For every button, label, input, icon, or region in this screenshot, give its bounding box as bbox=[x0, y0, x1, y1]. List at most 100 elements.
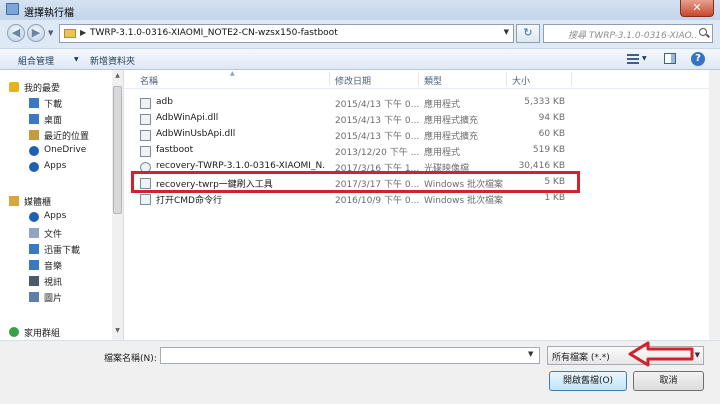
nav-item-recent-places[interactable]: 最近的位置 bbox=[0, 127, 112, 143]
annotation-highlight-box bbox=[131, 171, 580, 193]
download-icon bbox=[29, 98, 39, 108]
breadcrumb-current-folder[interactable]: TWRP-3.1.0-0316-XIAOMI_NOTE2-CN-wzsx150-… bbox=[90, 28, 338, 38]
address-bar[interactable]: ▶ TWRP-3.1.0-0316-XIAOMI_NOTE2-CN-wzsx15… bbox=[59, 24, 514, 43]
file-date: 2016/10/9 下午 0... bbox=[335, 196, 419, 206]
file-row-fastboot[interactable]: fastboot 2013/12/20 下午 ... 應用程式 519 KB bbox=[124, 143, 574, 159]
title-bar[interactable]: 選擇執行檔 ✕ bbox=[0, 0, 720, 20]
file-name: AdbWinUsbApi.dll bbox=[156, 129, 236, 139]
scroll-down-icon[interactable]: ▼ bbox=[112, 327, 123, 337]
file-name: 打开CMD命令行 bbox=[156, 196, 222, 206]
organize-button[interactable]: 組合管理 bbox=[18, 54, 54, 67]
desktop-icon bbox=[29, 114, 39, 124]
nav-item-label: 媒體櫃 bbox=[24, 198, 52, 208]
app-icon bbox=[6, 3, 19, 15]
homegroup-icon bbox=[9, 327, 19, 337]
nav-item-label: 迅雷下載 bbox=[44, 246, 81, 256]
column-header-date[interactable]: 修改日期 bbox=[335, 74, 371, 87]
column-header-name[interactable]: 名稱 bbox=[140, 74, 158, 87]
file-size: 5,333 KB bbox=[524, 97, 565, 107]
column-divider[interactable] bbox=[329, 72, 330, 86]
nav-item-label: Apps bbox=[44, 211, 67, 221]
music-icon bbox=[29, 260, 39, 270]
file-open-dialog: 選擇執行檔 ✕ ◀ ▶ ▼ ▶ TWRP-3.1.0-0316-XIAOMI_N… bbox=[0, 0, 720, 404]
file-row-adb[interactable]: adb 2015/4/13 下午 0... 應用程式 5,333 KB bbox=[124, 95, 574, 111]
file-type: 應用程式 bbox=[424, 148, 461, 158]
sort-ascending-icon: ▲ bbox=[230, 70, 235, 77]
open-button[interactable]: 開啟舊檔(O) bbox=[549, 371, 627, 391]
column-divider[interactable] bbox=[571, 72, 572, 86]
nav-item-label: 最近的位置 bbox=[44, 132, 90, 142]
navigation-scrollbar[interactable]: ▲ ▼ bbox=[112, 70, 123, 340]
new-folder-button[interactable]: 新增資料夾 bbox=[90, 54, 135, 67]
file-size: 1 KB bbox=[544, 193, 565, 203]
forward-button[interactable]: ▶ bbox=[27, 24, 45, 42]
nav-item-label: 文件 bbox=[44, 230, 63, 240]
address-dropdown-icon[interactable]: ▼ bbox=[504, 28, 509, 36]
file-name: adb bbox=[156, 97, 173, 107]
nav-item-download[interactable]: 下載 bbox=[0, 95, 112, 111]
file-name: recovery-TWRP-3.1.0-0316-XIAOMI_N... bbox=[156, 161, 326, 171]
file-row-adbwinapi[interactable]: AdbWinApi.dll 2015/4/13 下午 0... 應用程式擴充 9… bbox=[124, 111, 574, 127]
file-size: 94 KB bbox=[538, 113, 565, 123]
column-divider[interactable] bbox=[418, 72, 419, 86]
view-options-icon[interactable] bbox=[627, 54, 639, 64]
nav-item-label: 圖片 bbox=[44, 294, 63, 304]
exe-icon bbox=[140, 146, 151, 157]
file-list-scrollbar[interactable] bbox=[709, 70, 720, 340]
navigation-pane: 我的最愛 下載 桌面 最近的位置 OneDrive Apps 媒體櫃 Apps … bbox=[0, 70, 124, 340]
column-header-type[interactable]: 類型 bbox=[424, 74, 442, 87]
cancel-button[interactable]: 取消 bbox=[633, 371, 704, 391]
video-icon bbox=[29, 276, 39, 286]
close-button[interactable]: ✕ bbox=[680, 0, 714, 17]
library-icon bbox=[9, 196, 19, 206]
search-icon[interactable] bbox=[699, 28, 707, 36]
column-divider[interactable] bbox=[506, 72, 507, 86]
search-placeholder: 搜尋 TWRP-3.1.0-0316-XIAO... bbox=[568, 31, 696, 41]
file-date: 2015/4/13 下午 0... bbox=[335, 116, 419, 126]
preview-pane-icon[interactable] bbox=[664, 53, 676, 64]
column-header-size[interactable]: 大小 bbox=[512, 74, 530, 87]
refresh-button[interactable]: ↻ bbox=[516, 24, 540, 43]
nav-item-label: 下載 bbox=[44, 100, 63, 110]
dll-icon bbox=[140, 114, 151, 125]
file-type-filter-value: 所有檔案 (*.*) bbox=[552, 353, 610, 363]
file-list: ▲ 名稱 修改日期 類型 大小 adb 2015/4/13 下午 0... 應用… bbox=[124, 70, 709, 340]
help-icon[interactable]: ? bbox=[691, 52, 705, 66]
pictures-icon bbox=[29, 292, 39, 302]
nav-item-desktop[interactable]: 桌面 bbox=[0, 111, 112, 127]
nav-item-label: Apps bbox=[44, 161, 67, 171]
file-type: Windows 批次檔案 bbox=[424, 196, 504, 206]
nav-item-pictures[interactable]: 圖片 bbox=[0, 289, 112, 305]
nav-item-documents[interactable]: 文件 bbox=[0, 225, 112, 241]
column-headers: ▲ 名稱 修改日期 類型 大小 bbox=[124, 70, 709, 89]
file-row-adbwinusbapi[interactable]: AdbWinUsbApi.dll 2015/4/13 下午 0... 應用程式擴… bbox=[124, 127, 574, 143]
file-type: 應用程式擴充 bbox=[424, 132, 479, 142]
file-row-open-cmd[interactable]: 打开CMD命令行 2016/10/9 下午 0... Windows 批次檔案 … bbox=[124, 191, 574, 207]
nav-item-onedrive[interactable]: OneDrive bbox=[0, 143, 112, 159]
scroll-up-icon[interactable]: ▲ bbox=[112, 72, 123, 82]
documents-icon bbox=[29, 228, 39, 238]
recent-locations-dropdown-icon[interactable]: ▼ bbox=[48, 29, 53, 37]
nav-item-video[interactable]: 視訊 bbox=[0, 273, 112, 289]
nav-item-apps[interactable]: Apps bbox=[0, 159, 112, 175]
filename-dropdown-icon[interactable]: ▼ bbox=[528, 350, 533, 358]
scrollbar-thumb[interactable] bbox=[113, 86, 122, 214]
back-button[interactable]: ◀ bbox=[7, 24, 25, 42]
chevron-down-icon[interactable]: ▼ bbox=[642, 55, 647, 62]
nav-homegroup-header[interactable]: 家用群組 bbox=[0, 324, 112, 340]
recent-places-icon bbox=[29, 130, 39, 140]
nav-item-label: OneDrive bbox=[44, 145, 87, 155]
breadcrumb-chevron-icon[interactable]: ▶ bbox=[80, 28, 86, 37]
search-input[interactable]: 搜尋 TWRP-3.1.0-0316-XIAO... bbox=[543, 24, 713, 43]
chevron-down-icon[interactable]: ▼ bbox=[74, 56, 79, 63]
command-toolbar: 組合管理 ▼ 新增資料夾 ▼ ? bbox=[0, 48, 720, 70]
nav-item-library-apps[interactable]: Apps bbox=[0, 209, 112, 225]
nav-favorites-header[interactable]: 我的最愛 bbox=[0, 79, 112, 95]
nav-item-thunder-download[interactable]: 迅雷下載 bbox=[0, 241, 112, 257]
nav-libraries-header[interactable]: 媒體櫃 bbox=[0, 193, 112, 209]
apps-icon bbox=[29, 162, 39, 172]
filename-input[interactable] bbox=[160, 347, 540, 364]
batch-file-icon bbox=[140, 194, 151, 205]
onedrive-icon bbox=[29, 146, 39, 156]
nav-item-music[interactable]: 音樂 bbox=[0, 257, 112, 273]
